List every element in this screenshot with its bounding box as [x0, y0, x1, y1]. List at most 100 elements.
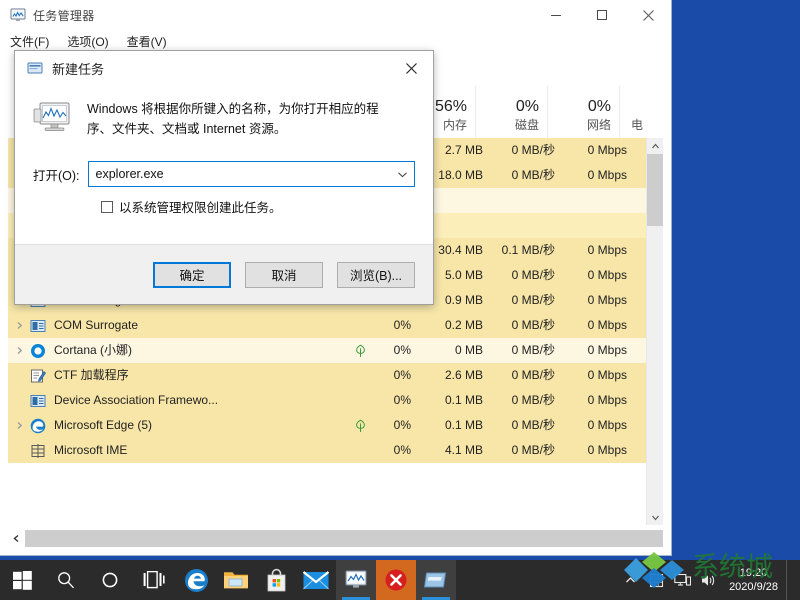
maximize-icon[interactable] [579, 0, 625, 30]
taskbar-clock[interactable]: 19:20 2020/9/28 [721, 560, 786, 600]
close-icon[interactable] [389, 51, 433, 85]
process-name-cell[interactable]: Cortana (小娜) [8, 338, 347, 363]
admin-checkbox-row[interactable]: 以系统管理权限创建此任务。 [33, 197, 415, 216]
open-label: 打开(O): [33, 168, 80, 183]
cortana-button[interactable] [88, 560, 132, 600]
process-name-cell[interactable]: COM Surrogate [8, 313, 347, 338]
browse-button[interactable]: 浏览(B)... [337, 261, 415, 288]
mem-cell: 0.1 MB [444, 393, 483, 407]
horizontal-scrollbar-track[interactable] [25, 530, 663, 547]
window-controls [533, 0, 671, 30]
scroll-up-icon[interactable] [647, 138, 663, 154]
process-name: Microsoft Edge (5) [54, 418, 153, 432]
admin-checkbox[interactable] [101, 200, 113, 213]
edge-taskbar[interactable] [176, 560, 216, 600]
disk-cell: 0 MB/秒 [511, 293, 555, 307]
minimize-icon[interactable] [533, 0, 579, 30]
ime-grid-icon[interactable] [643, 560, 669, 600]
cancel-button[interactable]: 取消 [245, 261, 323, 288]
dialog-titlebar[interactable]: 新建任务 [15, 51, 433, 85]
menu-options[interactable]: 选项(O) [67, 33, 108, 50]
speaker-icon[interactable] [695, 560, 721, 600]
memory-percent: 56% [434, 98, 467, 115]
new-task-dialog: 新建任务 Windows 将根据你所键入的名称，为你打开相应的程序、文件夹、文档… [14, 50, 434, 305]
dialog-content: Windows 将根据你所键入的名称，为你打开相应的程序、文件夹、文档或 Int… [15, 85, 433, 216]
open-combobox[interactable]: explorer.exe [87, 161, 415, 187]
menu-view[interactable]: 查看(V) [127, 33, 167, 50]
process-name-cell[interactable]: CTF 加载程序 [8, 363, 347, 388]
explorer-taskbar[interactable] [216, 560, 256, 600]
column-header-network[interactable]: 0% 网络 [547, 86, 619, 138]
network-label: 网络 [586, 118, 611, 132]
column-header-disk[interactable]: 0% 磁盘 [475, 86, 547, 138]
mem-cell: 0 MB [454, 343, 483, 357]
taskbar-left-items [0, 560, 456, 600]
task-manager-titlebar[interactable]: 任务管理器 [0, 0, 671, 30]
disk-cell: 0 MB/秒 [511, 443, 555, 457]
menu-file[interactable]: 文件(F) [10, 33, 49, 50]
newtask-taskbar[interactable] [416, 560, 456, 600]
ctf-pencil-icon [30, 368, 46, 384]
disk-percent: 0% [515, 98, 539, 115]
expand-chevron-icon[interactable] [8, 321, 30, 330]
newtask-window-icon [27, 60, 43, 76]
net-cell: 0 Mbps [587, 418, 627, 432]
taskmanager-monitor-icon [10, 7, 26, 23]
dialog-title: 新建任务 [52, 61, 105, 77]
ok-button[interactable]: 确定 [153, 261, 231, 288]
mail-taskbar[interactable] [296, 560, 336, 600]
column-header-power[interactable]: 电 [619, 86, 647, 138]
table-row[interactable]: Cortana (小娜) 0% 0 MB 0 MB/秒 0 Mbps [8, 338, 663, 363]
window-icon [30, 318, 46, 334]
taskmanager-taskbar[interactable] [336, 560, 376, 600]
search-button[interactable] [44, 560, 88, 600]
process-name-cell[interactable]: Microsoft Edge (5) [8, 413, 347, 438]
process-name: Device Association Framewo... [54, 393, 219, 407]
net-cell: 0 Mbps [587, 293, 627, 307]
cpu-cell: 0% [393, 418, 411, 432]
vertical-scrollbar-thumb[interactable] [647, 154, 663, 226]
chevron-up-icon[interactable] [617, 560, 643, 600]
process-name: Cortana (小娜) [54, 343, 133, 357]
start-button[interactable] [0, 560, 44, 600]
expand-chevron-icon[interactable] [8, 421, 30, 430]
eco-leaf-icon [347, 344, 373, 358]
mem-cell: 0.2 MB [444, 318, 483, 332]
horizontal-scrollbar[interactable] [8, 530, 663, 547]
vertical-scrollbar[interactable] [646, 138, 663, 525]
expand-chevron-icon[interactable] [8, 346, 30, 355]
cpu-cell: 0% [393, 443, 411, 457]
process-name-cell[interactable]: Device Association Framewo... [8, 388, 347, 413]
disk-cell: 0 MB/秒 [511, 343, 555, 357]
task-manager-menubar: 文件(F) 选项(O) 查看(V) [0, 30, 671, 52]
network-monitor-icon[interactable] [669, 560, 695, 600]
process-name-cell[interactable]: Microsoft IME [8, 438, 347, 463]
ime-icon [30, 443, 46, 459]
table-row[interactable]: Microsoft IME 0% 4.1 MB 0 MB/秒 0 Mbps [8, 438, 663, 463]
process-name: COM Surrogate [54, 318, 139, 332]
window-icon [30, 393, 46, 409]
open-input[interactable]: explorer.exe [89, 167, 390, 181]
mem-cell: 2.6 MB [444, 368, 483, 382]
table-row[interactable]: Microsoft Edge (5) 0% 0.1 MB 0 MB/秒 0 Mbps [8, 413, 663, 438]
table-row[interactable]: COM Surrogate 0% 0.2 MB 0 MB/秒 0 Mbps [8, 313, 663, 338]
memory-label: 内存 [442, 118, 467, 132]
scroll-left-icon[interactable] [8, 530, 25, 547]
net-cell: 0 Mbps [587, 268, 627, 282]
show-desktop-button[interactable] [786, 560, 794, 600]
system-tray: 19:20 2020/9/28 [617, 560, 800, 600]
store-taskbar[interactable] [256, 560, 296, 600]
table-row[interactable]: Device Association Framewo... 0% 0.1 MB 0 M… [8, 388, 663, 413]
chevron-down-icon[interactable] [390, 169, 414, 180]
cpu-cell: 0% [393, 318, 411, 332]
net-cell: 0 Mbps [587, 318, 627, 332]
error-app-taskbar[interactable] [376, 560, 416, 600]
scroll-down-icon[interactable] [647, 509, 663, 525]
table-row[interactable]: CTF 加载程序 0% 2.6 MB 0 MB/秒 0 Mbps [8, 363, 663, 388]
cortana-icon [30, 343, 46, 359]
task-view-button[interactable] [132, 560, 176, 600]
disk-cell: 0.1 MB/秒 [501, 243, 555, 257]
process-name: CTF 加载程序 [54, 368, 129, 382]
close-icon[interactable] [625, 0, 671, 30]
task-manager-title: 任务管理器 [33, 8, 95, 23]
